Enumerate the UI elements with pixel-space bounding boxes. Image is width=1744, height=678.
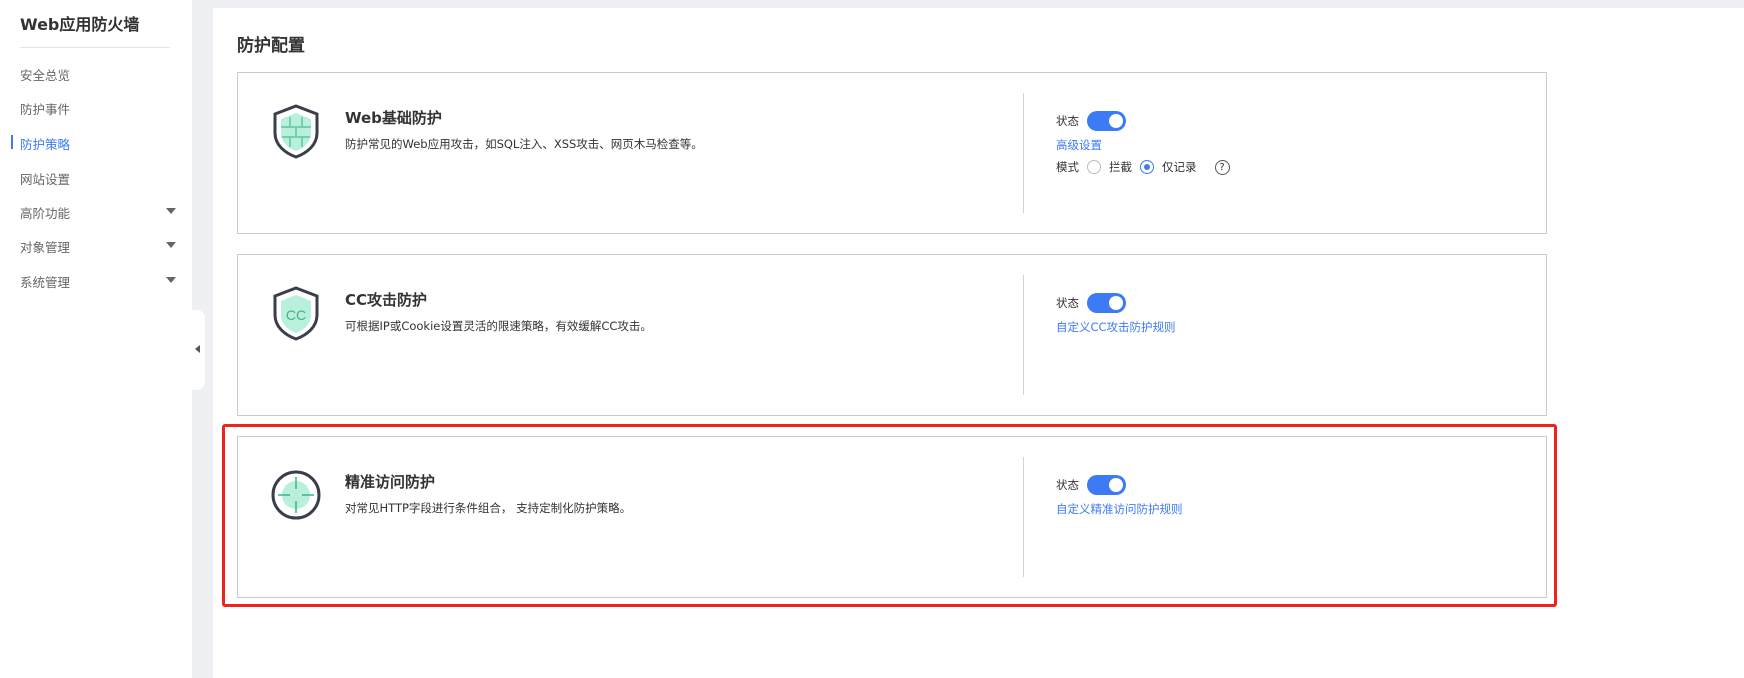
card-title: CC攻击防护 — [345, 291, 428, 309]
sidebar-item-label: 网站设置 — [20, 172, 71, 187]
collapse-sidebar-button[interactable] — [192, 310, 205, 390]
sidebar-item-label: 防护事件 — [20, 102, 71, 117]
status-label: 状态 — [1056, 114, 1079, 128]
sidebar-item-website[interactable]: 网站设置 — [20, 169, 180, 188]
status-label: 状态 — [1056, 296, 1079, 310]
card-cc-attack-protection: CC CC攻击防护 可根据IP或Cookie设置灵活的限速策略，有效缓解CC攻击… — [237, 254, 1547, 416]
help-icon[interactable]: ? — [1214, 159, 1230, 175]
radio-label: 拦截 — [1109, 160, 1132, 174]
divider — [1023, 275, 1024, 395]
divider — [1023, 93, 1024, 213]
shield-wall-icon — [273, 104, 319, 159]
sidebar-item-policy[interactable]: 防护策略 — [11, 134, 180, 153]
sidebar-item-overview[interactable]: 安全总览 — [20, 65, 180, 84]
status-toggle[interactable] — [1087, 293, 1126, 313]
sidebar-item-system[interactable]: 系统管理 — [20, 272, 180, 291]
shield-cc-icon: CC — [273, 286, 319, 341]
icon-text: CC — [286, 307, 306, 323]
card-description: 防护常见的Web应用攻击，如SQL注入、XSS攻击、网页木马检查等。 — [345, 137, 703, 151]
status-toggle[interactable] — [1087, 111, 1126, 131]
chevron-left-icon — [195, 345, 200, 353]
app-title: Web应用防火墙 — [20, 15, 140, 34]
card-web-basic-protection: Web基础防护 防护常见的Web应用攻击，如SQL注入、XSS攻击、网页木马检查… — [237, 72, 1547, 234]
sidebar-item-label: 防护策略 — [20, 137, 71, 152]
sidebar-item-objects[interactable]: 对象管理 — [20, 237, 180, 256]
sidebar-item-label: 系统管理 — [20, 275, 71, 290]
sidebar-item-label: 高阶功能 — [20, 206, 71, 221]
custom-cc-rules-link[interactable]: 自定义CC攻击防护规则 — [1056, 319, 1176, 335]
sidebar-item-events[interactable]: 防护事件 — [20, 99, 180, 118]
sidebar: Web应用防火墙 安全总览 防护事件 防护策略 网站设置 高阶功能 对象管理 系… — [0, 0, 192, 678]
chevron-down-icon — [166, 208, 176, 214]
radio-label: 仅记录 — [1162, 160, 1197, 174]
active-indicator — [11, 135, 13, 149]
mode-label: 模式 — [1056, 160, 1079, 174]
divider — [20, 47, 170, 48]
advanced-settings-link[interactable]: 高级设置 — [1056, 137, 1230, 153]
sidebar-item-advanced[interactable]: 高阶功能 — [20, 203, 180, 222]
card-description: 可根据IP或Cookie设置灵活的限速策略，有效缓解CC攻击。 — [345, 319, 652, 333]
mode-block-radio[interactable] — [1087, 160, 1101, 174]
card-title: Web基础防护 — [345, 109, 442, 127]
page-title: 防护配置 — [237, 36, 305, 56]
chevron-down-icon — [166, 242, 176, 248]
highlight-box — [222, 424, 1557, 607]
sidebar-item-label: 对象管理 — [20, 240, 71, 255]
sidebar-item-label: 安全总览 — [20, 68, 71, 83]
mode-log-only-radio[interactable] — [1140, 160, 1154, 174]
chevron-down-icon — [166, 277, 176, 283]
